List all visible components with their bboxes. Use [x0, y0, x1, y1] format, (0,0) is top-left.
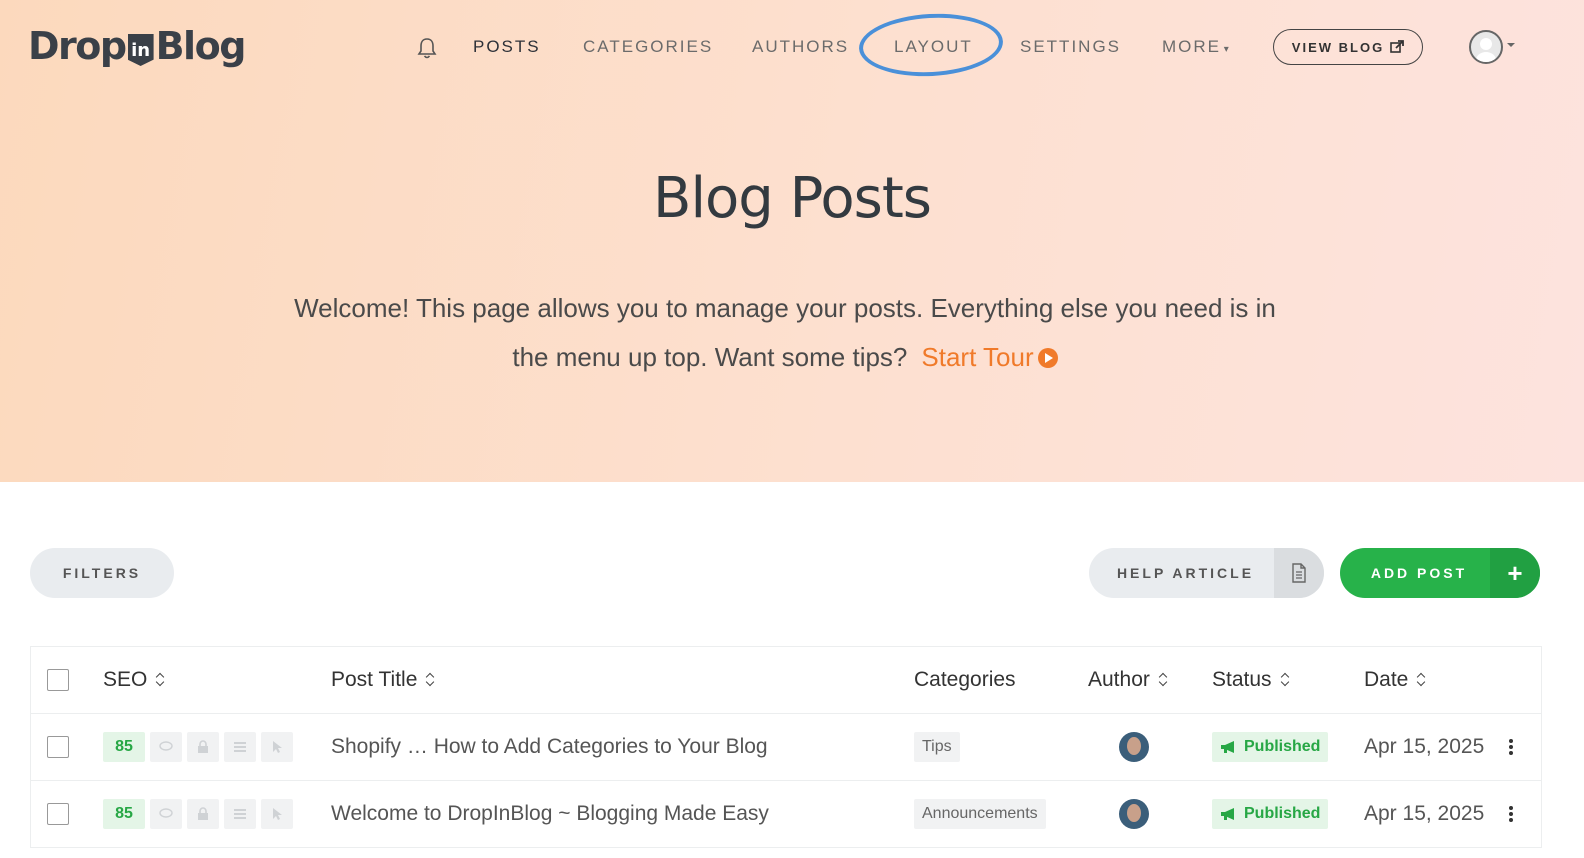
filters-label: FILTERS	[62, 565, 142, 581]
plus-icon: +	[1490, 548, 1540, 598]
view-blog-button[interactable]: VIEW BLOG	[1273, 29, 1423, 65]
megaphone-icon	[1221, 808, 1234, 820]
column-header-status[interactable]: Status	[1212, 647, 1290, 713]
user-silhouette-icon	[1476, 38, 1496, 62]
sort-icon	[1418, 673, 1426, 687]
title-header-label: Post Title	[331, 668, 418, 691]
categories-header-label: Categories	[914, 668, 1016, 691]
seo-score-badge[interactable]: 85	[103, 732, 145, 762]
row-menu-icon[interactable]	[1508, 806, 1514, 822]
document-icon	[1274, 548, 1324, 598]
author-header-label: Author	[1088, 668, 1150, 691]
status-label: Published	[1244, 738, 1321, 755]
sort-icon	[427, 673, 435, 687]
comment-icon	[150, 732, 182, 762]
status-header-label: Status	[1212, 668, 1272, 691]
help-article-button[interactable]: HELP ARTICLE	[1089, 548, 1324, 598]
column-header-date[interactable]: Date	[1364, 647, 1426, 713]
post-date: Apr 15, 2025	[1364, 802, 1485, 825]
post-title-link[interactable]: Welcome to DropInBlog ~ Blogging Made Ea…	[331, 802, 769, 826]
row-menu-icon[interactable]	[1508, 739, 1514, 755]
seo-score-badge[interactable]: 85	[103, 799, 145, 829]
logo-in-badge: in	[127, 34, 154, 66]
user-menu-caret-icon[interactable]	[1507, 43, 1515, 47]
row-checkbox[interactable]	[47, 736, 69, 758]
filters-button[interactable]: FILTERS	[30, 548, 174, 598]
seo-header-label: SEO	[103, 668, 148, 691]
hero-banner	[0, 0, 1584, 482]
nav-categories[interactable]: CATEGORIES	[583, 37, 713, 57]
category-tag[interactable]: Tips	[914, 732, 960, 762]
column-header-title[interactable]: Post Title	[331, 647, 435, 713]
status-badge[interactable]: Published	[1212, 732, 1329, 762]
table-row: 85 Welcome to DropInBlog ~ Blogging Made…	[31, 781, 1541, 848]
chevron-down-icon: ▾	[1221, 44, 1229, 55]
lock-icon	[187, 799, 219, 829]
add-post-button[interactable]: ADD POST +	[1340, 548, 1540, 598]
dropinblog-logo[interactable]: Drop in Blog	[28, 22, 247, 70]
start-tour-link[interactable]: Start Tour	[921, 342, 1058, 372]
posts-table: SEO Post Title Categories Author Status …	[30, 646, 1542, 848]
author-avatar[interactable]	[1119, 732, 1149, 762]
column-header-seo[interactable]: SEO	[103, 647, 165, 713]
table-row: 85 Shopify … How to Add Categories to Yo…	[31, 714, 1541, 781]
status-label: Published	[1244, 805, 1321, 822]
cursor-icon	[261, 732, 293, 762]
author-avatar[interactable]	[1119, 799, 1149, 829]
intro-text: Welcome! This page allows you to manage …	[290, 284, 1280, 382]
megaphone-icon	[1221, 741, 1234, 753]
nav-more-label: MORE	[1162, 37, 1221, 56]
view-blog-label: VIEW BLOG	[1291, 39, 1385, 55]
date-header-label: Date	[1364, 668, 1409, 691]
post-date: Apr 15, 2025	[1364, 735, 1485, 758]
sort-icon	[1160, 673, 1168, 687]
nav-posts[interactable]: POSTS	[473, 37, 541, 57]
start-tour-label: Start Tour	[921, 342, 1034, 372]
nav-settings[interactable]: SETTINGS	[1020, 37, 1121, 57]
list-icon	[224, 799, 256, 829]
category-tag[interactable]: Announcements	[914, 799, 1046, 829]
external-link-icon	[1390, 40, 1405, 53]
status-badge[interactable]: Published	[1212, 799, 1329, 829]
comment-icon	[150, 799, 182, 829]
page-title: Blog Posts	[653, 166, 932, 231]
help-article-label: HELP ARTICLE	[1116, 565, 1255, 581]
list-icon	[224, 732, 256, 762]
column-header-author[interactable]: Author	[1088, 647, 1168, 713]
cursor-icon	[261, 799, 293, 829]
nav-authors[interactable]: AUTHORS	[752, 37, 849, 57]
select-all-checkbox[interactable]	[47, 669, 69, 691]
logo-drop: Drop	[28, 24, 127, 68]
row-checkbox[interactable]	[47, 803, 69, 825]
post-title-link[interactable]: Shopify … How to Add Categories to Your …	[331, 735, 768, 759]
table-header-row: SEO Post Title Categories Author Status …	[31, 647, 1541, 714]
nav-more[interactable]: MORE ▾	[1162, 37, 1229, 57]
lock-icon	[187, 732, 219, 762]
intro-message: Welcome! This page allows you to manage …	[294, 293, 1276, 372]
user-avatar[interactable]	[1469, 30, 1503, 64]
logo-blog: Blog	[155, 24, 247, 68]
sort-icon	[1282, 673, 1290, 687]
play-circle-icon	[1037, 348, 1058, 368]
bell-icon[interactable]	[416, 36, 438, 60]
add-post-label: ADD POST	[1370, 565, 1468, 581]
sort-icon	[157, 673, 165, 687]
column-header-categories: Categories	[914, 647, 1016, 713]
